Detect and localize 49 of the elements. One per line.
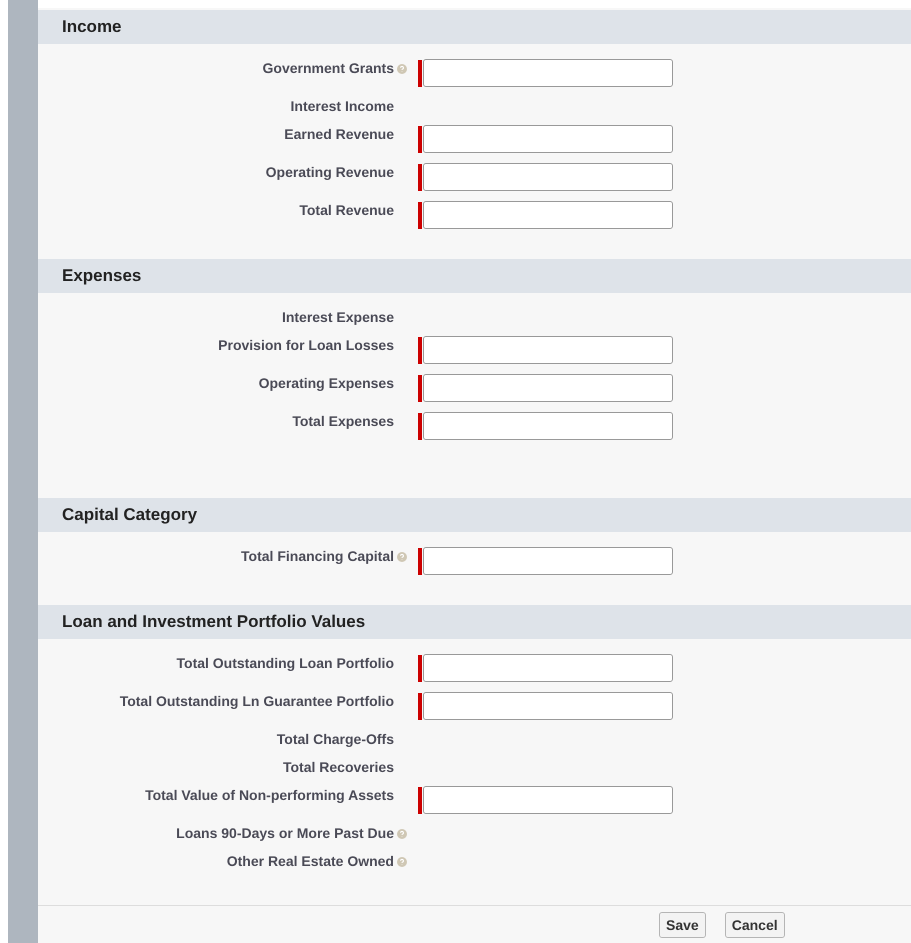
field-label: Total Expenses [291,412,394,430]
required-marker [418,375,422,402]
input-field[interactable] [423,374,673,402]
required-marker [418,413,422,440]
section-header: Loan and Investment Portfolio Values [38,605,911,639]
form-button[interactable]: Save [659,912,706,938]
section-header: Income [38,10,911,44]
required-marker [418,693,422,720]
field-label: Total Outstanding Ln Guarantee Portfolio [118,692,394,710]
help-icon[interactable] [397,64,407,74]
help-icon[interactable] [397,857,407,867]
field-label: Interest Income [290,97,394,115]
field-label: Provision for Loan Losses [217,336,394,354]
required-marker [418,655,422,682]
help-icon[interactable] [397,552,407,562]
input-field[interactable] [423,125,673,153]
required-marker [418,202,422,229]
input-field[interactable] [423,654,673,682]
field-label: Other Real Estate Owned [226,852,394,870]
field-label: Total Charge-Offs [276,730,394,748]
form-button[interactable]: Cancel [724,912,785,938]
required-marker [418,548,422,575]
input-field[interactable] [423,547,673,575]
input-field[interactable] [423,163,673,191]
required-marker [418,787,422,814]
field-label: Earned Revenue [283,125,394,143]
field-label: Government Grants [262,59,394,77]
input-field[interactable] [423,336,673,364]
input-field[interactable] [423,201,673,229]
field-label: Total Value of Non-performing Assets [144,786,394,804]
required-marker [418,164,422,191]
input-field[interactable] [423,786,673,814]
field-label: Operating Expenses [258,374,394,392]
section-header: Capital Category [38,498,911,532]
input-field[interactable] [423,412,673,440]
section-header: Expenses [38,259,911,293]
field-label: Interest Expense [280,308,394,326]
required-marker [418,337,422,364]
input-field[interactable] [423,692,673,720]
field-label: Total Outstanding Loan Portfolio [176,654,394,672]
help-icon[interactable] [397,829,407,839]
field-label: Total Revenue [298,201,394,219]
field-label: Total Financing Capital [240,547,394,565]
field-label: Total Recoveries [282,758,394,776]
required-marker [418,60,422,87]
input-field[interactable] [423,59,673,87]
field-label: Operating Revenue [264,163,394,181]
field-label: Loans 90-Days or More Past Due [175,824,394,842]
required-marker [418,126,422,153]
